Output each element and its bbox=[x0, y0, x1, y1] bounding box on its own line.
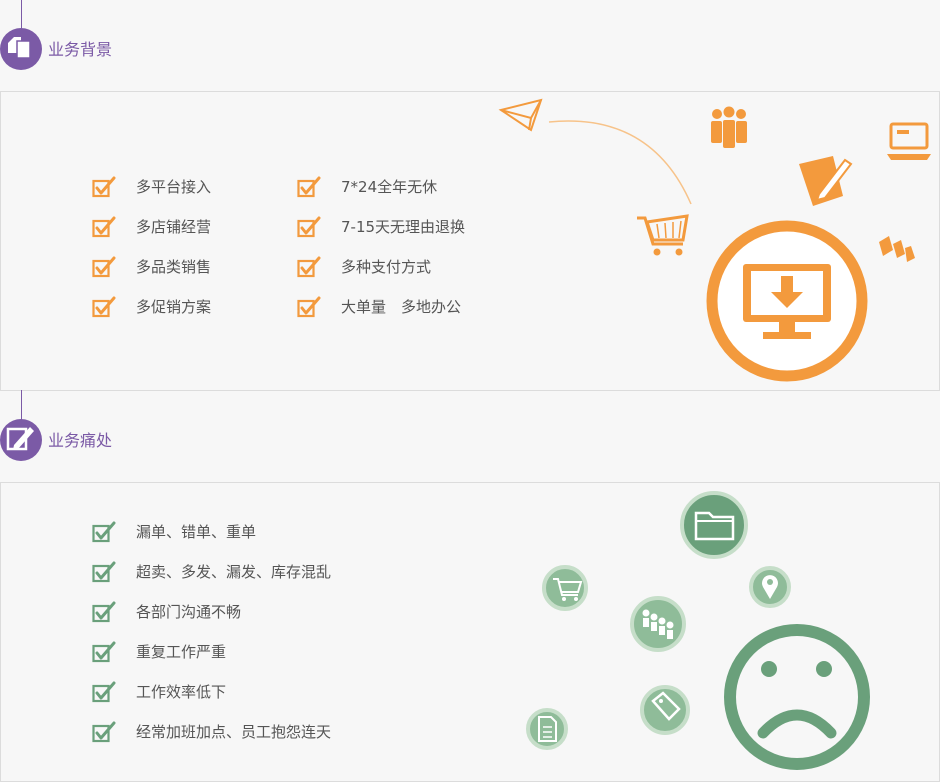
list-item: 重复工作严重 bbox=[92, 641, 226, 663]
folder-icon bbox=[680, 491, 748, 559]
list-item: 工作效率低下 bbox=[92, 681, 226, 703]
checkbox-check-icon bbox=[92, 256, 116, 278]
laptop-icon bbox=[887, 122, 931, 160]
timeline-line bbox=[21, 0, 22, 30]
people-group-icon bbox=[711, 106, 747, 148]
ecommerce-illustration bbox=[498, 98, 931, 382]
list-item: 经常加班加点、员工抱怨连天 bbox=[92, 721, 331, 743]
section-title-background: 业务背景 bbox=[48, 40, 113, 59]
list-item: 超卖、多发、漏发、库存混乱 bbox=[92, 561, 331, 583]
checkbox-check-icon bbox=[297, 296, 321, 318]
paper-plane-icon bbox=[498, 98, 543, 132]
list-item: 多促销方案 bbox=[92, 296, 211, 318]
pen-paper-icon bbox=[799, 156, 853, 206]
list-item: 多店铺经营 bbox=[92, 216, 211, 238]
checkbox-check-icon bbox=[92, 216, 116, 238]
documents-icon bbox=[0, 28, 42, 70]
edit-icon bbox=[0, 419, 42, 461]
pain-points-illustration bbox=[526, 491, 870, 770]
checkbox-check-icon bbox=[297, 216, 321, 238]
location-pin-icon bbox=[749, 566, 791, 608]
checkbox-check-icon bbox=[297, 176, 321, 198]
shopping-cart-icon bbox=[542, 565, 588, 611]
checkbox-check-icon bbox=[92, 176, 116, 198]
checkbox-check-icon bbox=[92, 296, 116, 318]
business-pain-points-panel: 漏单、错单、重单 超卖、多发、漏发、库存混乱 各部门沟通不畅 重复工作严重 工作… bbox=[0, 482, 940, 782]
list-item: 大单量 多地办公 bbox=[297, 296, 461, 318]
price-tag-icon bbox=[640, 685, 690, 735]
list-item: 多品类销售 bbox=[92, 256, 211, 278]
document-icon bbox=[526, 708, 568, 750]
business-background-panel: 多平台接入 多店铺经营 多品类销售 多促销方案 7*24全年无休 7-15天无理… bbox=[0, 91, 940, 391]
checkbox-check-icon bbox=[92, 681, 116, 703]
map-icon bbox=[879, 236, 915, 262]
checkbox-check-icon bbox=[297, 256, 321, 278]
people-group-icon bbox=[630, 596, 686, 652]
timeline-line bbox=[21, 390, 22, 422]
sad-face-icon bbox=[724, 624, 870, 770]
list-item: 7-15天无理由退换 bbox=[297, 216, 465, 238]
checkbox-check-icon bbox=[92, 561, 116, 583]
checkbox-check-icon bbox=[92, 521, 116, 543]
section-title-pain-points: 业务痛处 bbox=[48, 431, 113, 450]
checkbox-check-icon bbox=[92, 601, 116, 623]
download-monitor-icon bbox=[706, 220, 868, 382]
list-item: 7*24全年无休 bbox=[297, 176, 437, 198]
list-item: 各部门沟通不畅 bbox=[92, 601, 241, 623]
checkbox-check-icon bbox=[92, 641, 116, 663]
checkbox-check-icon bbox=[92, 721, 116, 743]
list-item: 多种支付方式 bbox=[297, 256, 431, 278]
shopping-cart-icon bbox=[637, 214, 689, 256]
list-item: 漏单、错单、重单 bbox=[92, 521, 256, 543]
list-item: 多平台接入 bbox=[92, 176, 211, 198]
